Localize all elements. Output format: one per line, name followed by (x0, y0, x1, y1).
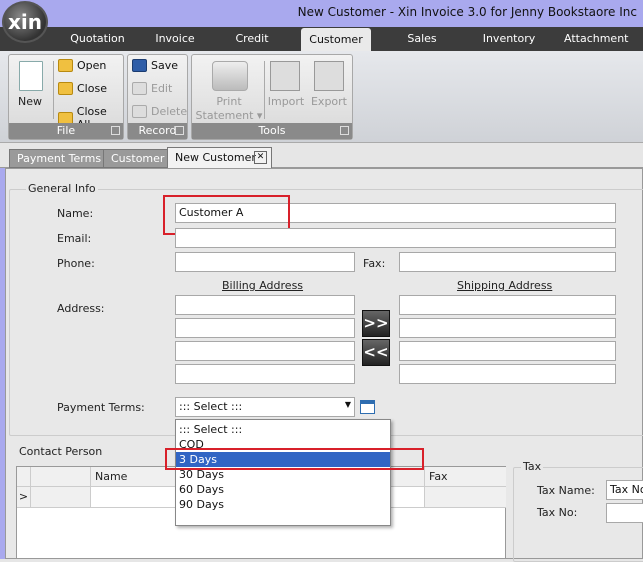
billing-address-line-3[interactable] (175, 341, 355, 361)
doc-tab-customer[interactable]: Customer (103, 149, 173, 168)
window-title: New Customer - Xin Invoice 3.0 for Jenny… (297, 5, 637, 19)
divider (264, 61, 265, 119)
chevron-down-icon[interactable]: ▼ (345, 400, 351, 409)
billing-address-header: Billing Address (222, 279, 304, 292)
save-disk-icon (132, 59, 147, 72)
email-input[interactable] (175, 228, 616, 248)
option-60-days[interactable]: 60 Days (176, 482, 390, 497)
close-tab-icon[interactable]: ✕ (254, 151, 267, 164)
file-group-caption: File (9, 123, 123, 139)
address-label: Address: (57, 302, 105, 315)
row-indicator-icon: > (17, 487, 31, 508)
divider (53, 61, 54, 119)
fax-input[interactable] (399, 252, 616, 272)
doc-tab-payment-terms[interactable]: Payment Terms (9, 149, 110, 168)
grid-corner (17, 467, 31, 487)
grid-column-fax[interactable]: Fax (425, 467, 506, 487)
tab-attachment[interactable]: Attachment (558, 27, 632, 51)
grid-cell[interactable] (31, 487, 91, 508)
tab-credit-note[interactable]: Credit Note (217, 27, 287, 69)
copy-to-billing-button[interactable]: << (362, 339, 390, 366)
import-icon (270, 61, 300, 91)
tab-sales-person[interactable]: Sales Person (384, 27, 460, 69)
printer-icon (212, 61, 248, 91)
grid-column-blank (31, 467, 91, 487)
option-select[interactable]: ::: Select ::: (176, 422, 390, 437)
dialog-launcher-icon[interactable] (340, 126, 349, 135)
statement-label: Statement ▾ (195, 109, 263, 122)
dialog-launcher-icon[interactable] (175, 126, 184, 135)
tools-group: Print Statement ▾ Import Export Tools (191, 54, 353, 140)
edit-button[interactable]: Edit (132, 82, 172, 95)
new-document-icon (19, 61, 43, 91)
payment-terms-select[interactable]: ::: Select ::: ▼ (175, 397, 355, 417)
phone-label: Phone: (57, 257, 95, 270)
export-button[interactable]: Export (309, 95, 349, 109)
file-caption: File (56, 124, 76, 137)
close-button[interactable]: Close (58, 82, 107, 95)
close-label: Close (77, 82, 107, 95)
option-90-days[interactable]: 90 Days (176, 497, 390, 512)
copy-to-shipping-button[interactable]: >> (362, 310, 390, 337)
fax-label: Fax: (363, 257, 386, 270)
shipping-address-line-3[interactable] (399, 341, 616, 361)
email-label: Email: (57, 232, 92, 245)
app-logo[interactable]: xin (2, 1, 48, 43)
payment-terms-dropdown[interactable]: ::: Select ::: COD 3 Days 30 Days 60 Day… (175, 419, 391, 526)
payment-terms-label: Payment Terms: (57, 401, 145, 414)
shipping-address-header: Shipping Address (457, 279, 553, 292)
tools-caption: Tools (258, 124, 286, 137)
doc-tab-new-customer[interactable]: New Customer ✕ (167, 147, 272, 169)
payment-terms-value: ::: Select ::: (179, 400, 243, 413)
tab-customer[interactable]: Customer (301, 28, 371, 51)
record-group-caption: Record (128, 123, 187, 139)
tax-title: Tax (521, 460, 544, 473)
open-label: Open (77, 59, 107, 72)
billing-address-line-4[interactable] (175, 364, 355, 384)
import-button[interactable]: Import (266, 95, 306, 109)
phone-input[interactable] (175, 252, 355, 272)
delete-label: Delete (151, 105, 188, 118)
print-label: Print (216, 95, 242, 108)
folder-close-icon (58, 82, 73, 95)
dialog-launcher-icon[interactable] (111, 126, 120, 135)
tax-no-label: Tax No: (537, 506, 578, 519)
tax-name-input[interactable]: Tax No (606, 480, 643, 500)
edit-label: Edit (151, 82, 173, 95)
name-label: Name: (57, 207, 94, 220)
export-icon (314, 61, 344, 91)
annotation-highlight-3-days (165, 448, 424, 470)
shipping-address-line-1[interactable] (399, 295, 616, 315)
record-group: Save Edit Delete Record (127, 54, 188, 140)
record-caption: Record (138, 124, 177, 137)
tab-inventory[interactable]: Inventory (476, 27, 542, 51)
edit-icon (132, 82, 147, 95)
tab-invoice[interactable]: Invoice (147, 27, 203, 51)
billing-address-line-1[interactable] (175, 295, 355, 315)
file-group: New Open Close Close All File (8, 54, 124, 140)
delete-icon (132, 105, 147, 118)
save-button[interactable]: Save (132, 59, 178, 72)
delete-button[interactable]: Delete (132, 105, 187, 118)
folder-icon (58, 59, 73, 72)
tab-quotation[interactable]: Quotation (64, 27, 131, 51)
general-info-title: General Info (26, 182, 98, 195)
save-label: Save (151, 59, 179, 72)
print-statement-button[interactable]: Print Statement ▾ (194, 95, 264, 123)
grid-cell-fax[interactable] (425, 487, 506, 508)
new-button[interactable]: New (18, 95, 42, 108)
tools-group-caption: Tools (192, 123, 352, 139)
tax-name-label: Tax Name: (537, 484, 595, 497)
contact-person-title: Contact Person (19, 445, 103, 458)
edit-payment-terms-icon[interactable] (360, 400, 375, 414)
shipping-address-line-4[interactable] (399, 364, 616, 384)
open-button[interactable]: Open (58, 59, 106, 72)
tax-no-input[interactable] (606, 503, 643, 523)
billing-address-line-2[interactable] (175, 318, 355, 338)
doc-tab-label: New Customer (175, 151, 256, 164)
shipping-address-line-2[interactable] (399, 318, 616, 338)
